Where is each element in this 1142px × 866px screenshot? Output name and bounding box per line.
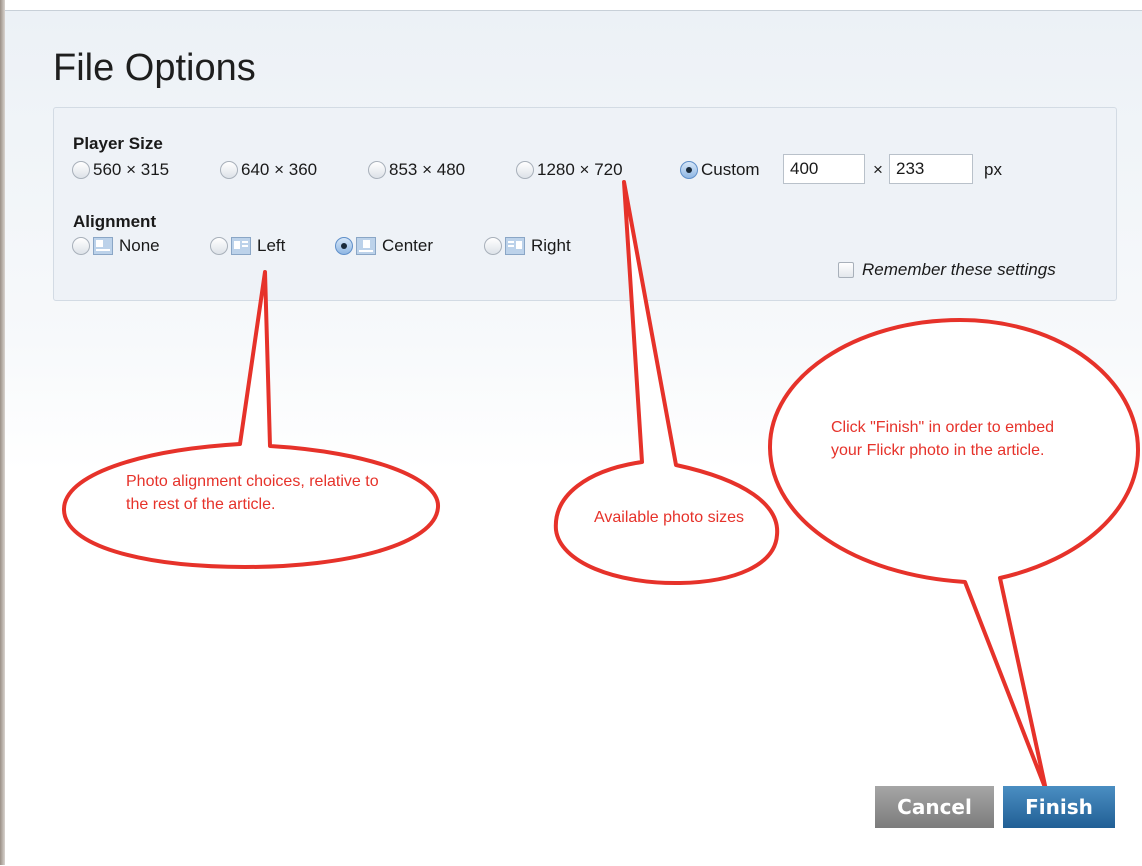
finish-callout-bubble bbox=[767, 318, 1140, 792]
sizes-callout-text: Available photo sizes bbox=[594, 509, 745, 526]
cancel-button[interactable]: Cancel bbox=[875, 786, 994, 828]
finish-callout-text: Click "Finish" in order to embed your Fl… bbox=[831, 419, 1054, 459]
alignment-callout-text: Photo alignment choices, relative to the… bbox=[126, 473, 379, 513]
finish-button[interactable]: Finish bbox=[1003, 786, 1115, 828]
alignment-callout-bubble bbox=[61, 270, 441, 569]
